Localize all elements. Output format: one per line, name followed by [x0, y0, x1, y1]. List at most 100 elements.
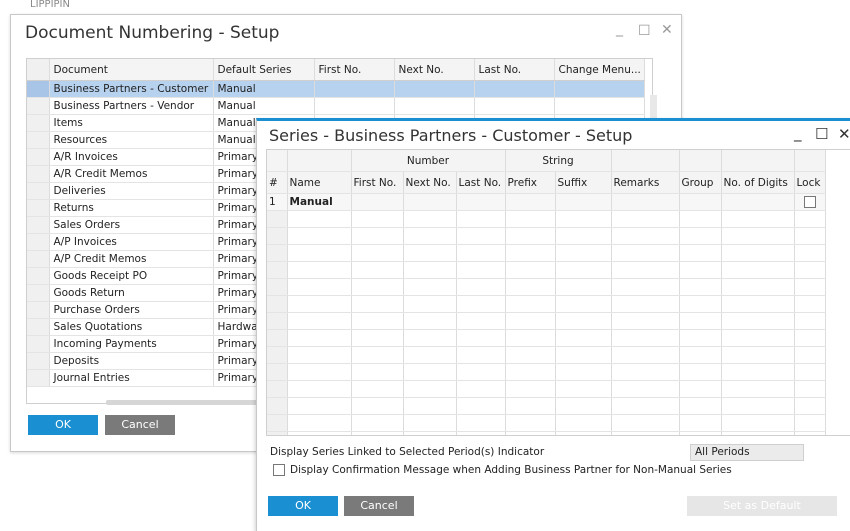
empty-cell[interactable]	[505, 244, 556, 262]
first-no-cell[interactable]	[314, 80, 395, 98]
empty-cell[interactable]	[287, 227, 352, 245]
empty-cell[interactable]	[456, 431, 506, 435]
suffix-cell[interactable]	[555, 193, 612, 211]
empty-cell[interactable]	[403, 227, 457, 245]
next-no-cell[interactable]	[394, 97, 475, 115]
empty-cell[interactable]	[505, 227, 556, 245]
lock-checkbox[interactable]	[803, 196, 816, 208]
empty-cell[interactable]	[351, 227, 404, 245]
empty-cell[interactable]	[456, 363, 506, 381]
empty-row[interactable]	[267, 346, 826, 364]
table-row[interactable]: Business Partners - Customer Manual	[27, 80, 645, 98]
close-icon[interactable]: ✕	[661, 22, 673, 38]
empty-cell[interactable]	[403, 278, 457, 296]
empty-cell[interactable]	[351, 431, 404, 435]
empty-cell[interactable]	[505, 329, 556, 347]
empty-cell[interactable]	[505, 278, 556, 296]
ok-button[interactable]: OK	[268, 496, 338, 516]
empty-cell[interactable]	[505, 414, 556, 432]
empty-cell[interactable]	[794, 278, 826, 296]
empty-row[interactable]	[267, 329, 826, 347]
empty-cell[interactable]	[505, 261, 556, 279]
empty-cell[interactable]	[456, 295, 506, 313]
empty-row[interactable]	[267, 431, 826, 435]
empty-cell[interactable]	[794, 295, 826, 313]
empty-cell[interactable]	[403, 397, 457, 415]
document-cell[interactable]: Goods Receipt PO	[49, 267, 214, 285]
empty-cell[interactable]	[287, 380, 352, 398]
empty-cell[interactable]	[721, 329, 795, 347]
empty-cell[interactable]	[679, 261, 722, 279]
empty-cell[interactable]	[505, 397, 556, 415]
maximize-icon[interactable]: ☐	[815, 125, 828, 143]
empty-cell[interactable]	[679, 210, 722, 228]
empty-cell[interactable]	[456, 380, 506, 398]
empty-cell[interactable]	[721, 431, 795, 435]
document-cell[interactable]: Sales Quotations	[49, 318, 214, 336]
minimize-icon[interactable]: _	[794, 124, 802, 142]
empty-cell[interactable]	[679, 414, 722, 432]
empty-cell[interactable]	[721, 261, 795, 279]
empty-cell[interactable]	[611, 397, 680, 415]
empty-cell[interactable]	[679, 278, 722, 296]
empty-cell[interactable]	[555, 397, 612, 415]
empty-cell[interactable]	[351, 346, 404, 364]
empty-row[interactable]	[267, 414, 826, 432]
empty-cell[interactable]	[721, 227, 795, 245]
empty-cell[interactable]	[721, 244, 795, 262]
document-cell[interactable]: Deliveries	[49, 182, 214, 200]
document-cell[interactable]: Resources	[49, 131, 214, 149]
empty-row[interactable]	[267, 397, 826, 415]
empty-cell[interactable]	[611, 278, 680, 296]
empty-cell[interactable]	[555, 329, 612, 347]
column-header[interactable]: Lock	[794, 171, 826, 194]
column-header[interactable]: Remarks	[611, 171, 680, 194]
lock-cell[interactable]	[794, 193, 826, 211]
empty-cell[interactable]	[679, 244, 722, 262]
column-header[interactable]: Group	[679, 171, 722, 194]
empty-cell[interactable]	[287, 431, 352, 435]
empty-cell[interactable]	[287, 210, 352, 228]
document-cell[interactable]: Goods Return	[49, 284, 214, 302]
document-cell[interactable]: Returns	[49, 199, 214, 217]
empty-cell[interactable]	[611, 329, 680, 347]
empty-cell[interactable]	[403, 329, 457, 347]
empty-cell[interactable]	[287, 346, 352, 364]
empty-cell[interactable]	[721, 414, 795, 432]
empty-cell[interactable]	[287, 414, 352, 432]
empty-cell[interactable]	[456, 346, 506, 364]
column-header[interactable]: Next No.	[403, 171, 457, 194]
period-select[interactable]: All Periods	[690, 444, 804, 461]
empty-cell[interactable]	[721, 295, 795, 313]
empty-cell[interactable]	[611, 380, 680, 398]
empty-cell[interactable]	[555, 431, 612, 435]
empty-cell[interactable]	[721, 210, 795, 228]
empty-cell[interactable]	[794, 227, 826, 245]
empty-cell[interactable]	[611, 210, 680, 228]
confirmation-checkbox[interactable]	[273, 464, 285, 476]
minimize-icon[interactable]: _	[616, 21, 623, 37]
empty-cell[interactable]	[794, 397, 826, 415]
column-header[interactable]: Last No.	[474, 59, 555, 81]
empty-cell[interactable]	[679, 363, 722, 381]
empty-cell[interactable]	[794, 329, 826, 347]
empty-cell[interactable]	[287, 397, 352, 415]
empty-cell[interactable]	[794, 431, 826, 435]
empty-row[interactable]	[267, 210, 826, 228]
empty-cell[interactable]	[456, 397, 506, 415]
cancel-button[interactable]: Cancel	[344, 496, 414, 516]
empty-cell[interactable]	[555, 244, 612, 262]
empty-cell[interactable]	[456, 312, 506, 330]
empty-row[interactable]	[267, 295, 826, 313]
remarks-cell[interactable]	[611, 193, 680, 211]
empty-cell[interactable]	[505, 380, 556, 398]
empty-cell[interactable]	[721, 346, 795, 364]
empty-cell[interactable]	[721, 312, 795, 330]
empty-cell[interactable]	[351, 261, 404, 279]
empty-cell[interactable]	[505, 346, 556, 364]
empty-cell[interactable]	[611, 414, 680, 432]
empty-cell[interactable]	[403, 295, 457, 313]
empty-cell[interactable]	[456, 210, 506, 228]
cancel-button[interactable]: Cancel	[105, 415, 175, 435]
change-menu-cell[interactable]	[554, 80, 645, 98]
